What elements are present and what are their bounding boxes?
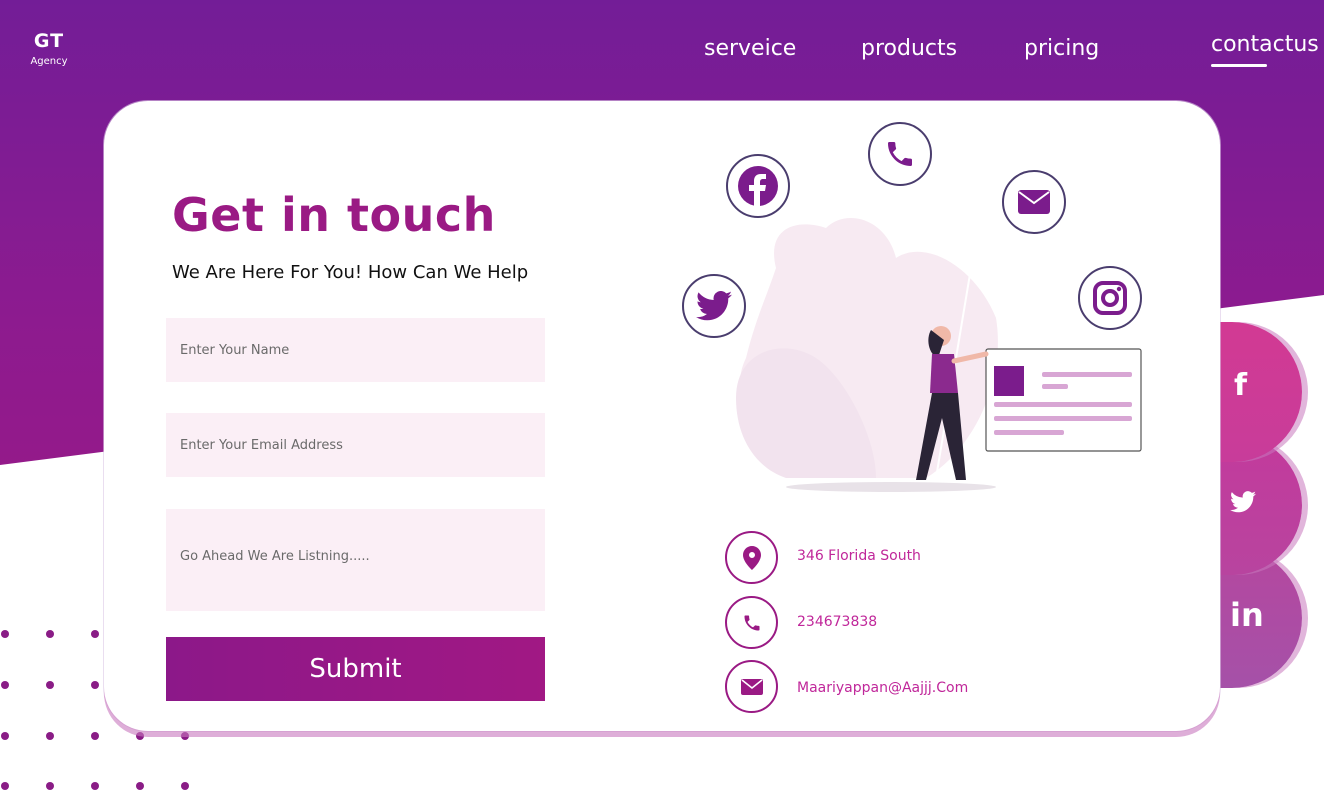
twitter-icon xyxy=(1230,491,1256,517)
nav-item-serveice[interactable]: serveice xyxy=(704,36,796,61)
mail-circle[interactable] xyxy=(1002,170,1066,234)
nav-active-indicator xyxy=(1211,64,1267,67)
contact-illustration xyxy=(676,118,1156,508)
decorative-dot xyxy=(46,630,54,638)
page-subtitle: We Are Here For You! How Can We Help xyxy=(172,262,529,283)
nav-item-products[interactable]: products xyxy=(861,36,957,61)
decorative-dot xyxy=(136,782,144,790)
decorative-dot xyxy=(46,732,54,740)
decorative-dot xyxy=(1,681,9,689)
email-info-circle xyxy=(725,660,778,713)
decorative-dot xyxy=(181,782,189,790)
location-pin-icon xyxy=(742,545,761,570)
decorative-dot xyxy=(1,732,9,740)
decorative-dot xyxy=(181,732,189,740)
facebook-circle[interactable] xyxy=(726,154,790,218)
decorative-dot xyxy=(91,782,99,790)
submit-button[interactable]: Submit xyxy=(166,637,545,701)
page-title: Get in touch xyxy=(172,188,496,242)
decorative-dot xyxy=(1,782,9,790)
instagram-icon xyxy=(1093,281,1127,315)
decorative-dot xyxy=(91,732,99,740)
twitter-circle[interactable] xyxy=(682,274,746,338)
facebook-icon xyxy=(738,166,778,206)
brand-logo[interactable]: GT Agency xyxy=(24,30,74,67)
decorative-dot xyxy=(46,782,54,790)
instagram-circle[interactable] xyxy=(1078,266,1142,330)
phone-info-circle xyxy=(725,596,778,649)
decorative-dot xyxy=(1,630,9,638)
decorative-dot xyxy=(91,630,99,638)
brand-name: GT xyxy=(33,30,65,52)
nav-item-pricing[interactable]: pricing xyxy=(1024,36,1099,61)
mail-icon xyxy=(1018,190,1050,214)
email-field[interactable] xyxy=(166,413,545,477)
nav-item-contactus[interactable]: contactus xyxy=(1211,32,1319,57)
decorative-dot xyxy=(136,732,144,740)
twitter-icon xyxy=(696,291,732,321)
name-field[interactable] xyxy=(166,318,545,382)
address-circle xyxy=(725,531,778,584)
phone-text: 234673838 xyxy=(797,614,878,630)
address-text: 346 Florida South xyxy=(797,548,921,564)
mail-icon xyxy=(740,678,763,695)
phone-icon xyxy=(744,615,759,630)
facebook-icon: f xyxy=(1234,368,1248,403)
brand-tagline: Agency xyxy=(30,56,68,67)
linkedin-icon: in xyxy=(1230,596,1264,634)
email-text: Maariyappan@Aajjj.Com xyxy=(797,680,969,696)
phone-icon xyxy=(888,142,912,166)
phone-circle[interactable] xyxy=(868,122,932,186)
decorative-dot xyxy=(91,681,99,689)
message-field[interactable] xyxy=(166,509,545,611)
decorative-dot xyxy=(46,681,54,689)
